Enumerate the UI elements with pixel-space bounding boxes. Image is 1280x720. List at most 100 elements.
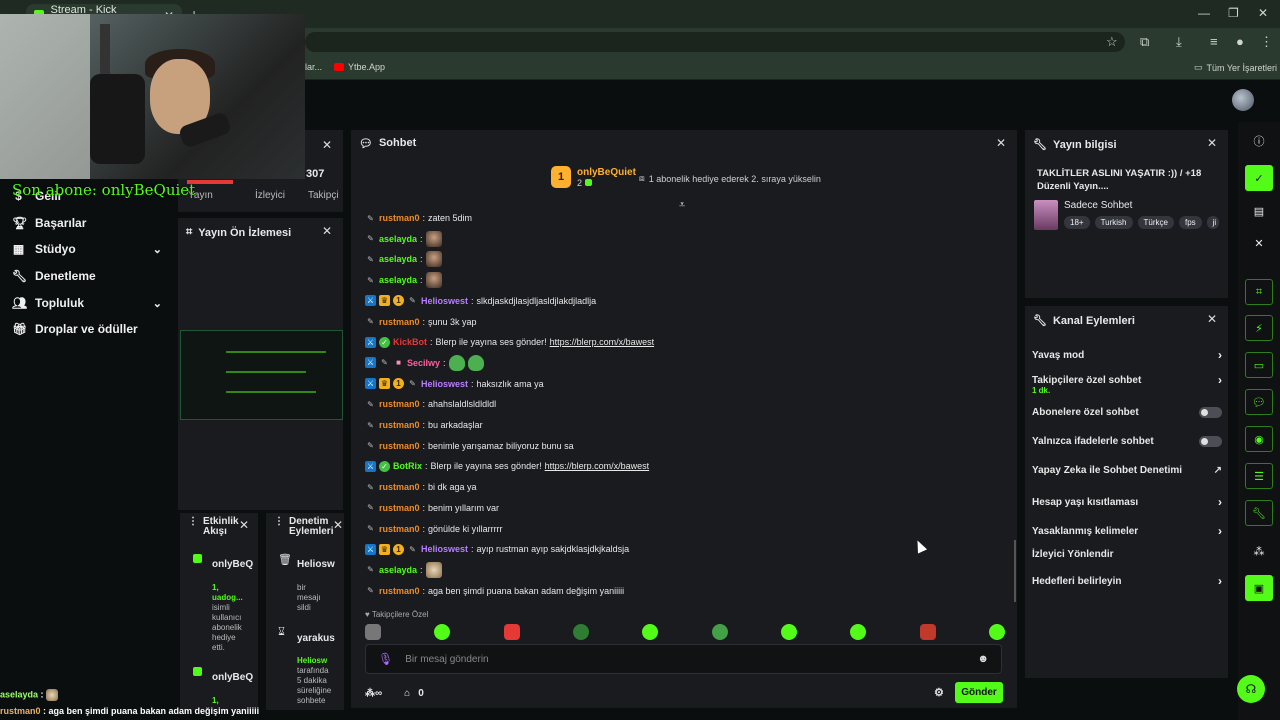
chat-message[interactable]: ✎ aselayda: bbox=[365, 272, 442, 289]
emote-icon[interactable] bbox=[503, 624, 520, 640]
chat-message[interactable]: ✎ rustman0: bi dk aga ya bbox=[365, 479, 476, 495]
chat-username[interactable]: rustman0 bbox=[379, 503, 420, 513]
people-icon[interactable]: ⁂ bbox=[1245, 538, 1273, 564]
close-icon[interactable]: ✕ bbox=[322, 224, 332, 238]
layout-icon[interactable]: ▤ bbox=[1245, 198, 1273, 224]
chat-message[interactable]: ✎ aselayda: bbox=[365, 251, 442, 268]
download-icon[interactable]: ⤓ bbox=[1176, 34, 1182, 50]
action-followers-only[interactable]: Takipçilere özel sohbet › bbox=[1032, 373, 1222, 387]
activity-icon[interactable]: ☰ bbox=[1245, 463, 1273, 489]
chat-username[interactable]: aselayda bbox=[379, 254, 417, 264]
scroll-to-bottom-icon[interactable]: ⩡ bbox=[679, 199, 685, 212]
chat-link[interactable]: https://blerp.com/x/bawest bbox=[545, 461, 650, 471]
microphone-icon[interactable]: 🎙︎ bbox=[378, 652, 393, 666]
wrench-icon[interactable]: 🔧︎ bbox=[1245, 500, 1273, 526]
chat-scrollbar[interactable] bbox=[1014, 540, 1016, 602]
bookmark-ytbe[interactable]: Ytbe.App bbox=[334, 62, 385, 72]
drag-handle-icon[interactable]: ⋮ bbox=[188, 517, 198, 537]
chat-bubble-icon[interactable]: 💬︎ bbox=[1245, 389, 1273, 415]
game-icon[interactable]: ▣ bbox=[1245, 575, 1273, 601]
chat-username[interactable]: rustman0 bbox=[379, 317, 420, 327]
drag-handle-icon[interactable]: ⋮ bbox=[274, 517, 284, 537]
chat-input[interactable]: 🎙︎ Bir mesaj gönderin ☻ bbox=[365, 644, 1002, 674]
sidebar-item-studio[interactable]: ▦ Stüdyo ⌄ bbox=[12, 242, 162, 256]
close-icon[interactable]: ✕ bbox=[333, 518, 343, 532]
chat-message[interactable]: ⚔ ♛ 1 ✎ Helioswest: haksızlık ama ya bbox=[365, 376, 544, 392]
sidebar-item-drops[interactable]: 🎁︎ Droplar ve ödüller bbox=[12, 322, 162, 336]
sidebar-item-moderation[interactable]: 🔧︎ Denetleme bbox=[12, 269, 162, 283]
bookmark-item[interactable]: lar... bbox=[305, 62, 322, 72]
chat-username[interactable]: aselayda bbox=[379, 234, 417, 244]
sidebar-item-community[interactable]: 👥︎ Topluluk ⌄ bbox=[12, 296, 162, 310]
chat-username[interactable]: KickBot bbox=[393, 337, 427, 347]
chat-username[interactable]: BotRix bbox=[393, 461, 422, 471]
close-window-icon[interactable]: ✕ bbox=[1258, 6, 1268, 20]
chat-message[interactable]: ⚔ ♛ 1 ✎ Helioswest: ayıp rustman ayıp sakjdkl… bbox=[365, 541, 629, 557]
chat-message[interactable]: ✎ aselayda: bbox=[365, 561, 442, 578]
chat-link[interactable]: https://blerp.com/x/bawest bbox=[550, 337, 655, 347]
chat-username[interactable]: rustman0 bbox=[379, 213, 420, 223]
emote-icon[interactable] bbox=[365, 624, 381, 640]
emote-icon[interactable] bbox=[988, 624, 1005, 640]
chat-message[interactable]: ⚔ ✓ KickBot: Blerp ile yayına ses gönder! h… bbox=[365, 334, 654, 350]
store-icon[interactable]: ⌂ bbox=[404, 688, 410, 699]
send-button[interactable]: Gönder bbox=[955, 682, 1003, 703]
extensions-icon[interactable]: ⧉ bbox=[1140, 34, 1149, 50]
chat-username[interactable]: Helioswest bbox=[421, 296, 468, 306]
chat-username[interactable]: rustman0 bbox=[379, 441, 420, 451]
profile-icon[interactable]: ● bbox=[1236, 34, 1244, 49]
chat-message[interactable]: ✎ rustman0: aga ben şimdi puana bakan adam… bbox=[365, 583, 624, 599]
chat-username[interactable]: aselayda bbox=[379, 565, 417, 575]
chat-username[interactable]: Secilwy bbox=[407, 358, 440, 368]
chat-username[interactable]: rustman0 bbox=[379, 399, 420, 409]
emote-icon[interactable] bbox=[780, 624, 797, 640]
chat-message[interactable]: ⚔ ✎ ■ Secilwy: bbox=[365, 354, 484, 371]
close-icon[interactable]: ✕ bbox=[1207, 136, 1217, 150]
check-icon[interactable]: ✓ bbox=[1245, 165, 1273, 191]
chat-username[interactable]: rustman0 bbox=[379, 482, 420, 492]
close-icon[interactable]: ✕ bbox=[1245, 230, 1273, 256]
chat-message[interactable]: ⚔ ✓ BotRix: Blerp ile yayına ses gönder! ht… bbox=[365, 458, 649, 474]
avatar[interactable] bbox=[1232, 89, 1254, 111]
emote-icon[interactable] bbox=[642, 624, 659, 640]
close-icon[interactable]: ✕ bbox=[239, 518, 249, 532]
chat-username[interactable]: rustman0 bbox=[379, 420, 420, 430]
lightning-icon[interactable]: ⚡︎ bbox=[1245, 315, 1273, 341]
chat-message[interactable]: ⚔ ♛ 1 ✎ Helioswest: slkdjaskdjlasjdljasldjlak… bbox=[365, 293, 596, 309]
emote-icon[interactable] bbox=[572, 624, 589, 640]
infinity-points-icon[interactable]: ⁂∞ bbox=[365, 688, 382, 699]
close-icon[interactable]: ✕ bbox=[996, 136, 1006, 150]
stream-preview-video[interactable] bbox=[180, 330, 343, 420]
chat-username[interactable]: rustman0 bbox=[379, 524, 420, 534]
emote-icon[interactable] bbox=[434, 624, 451, 640]
support-icon[interactable]: ☊ bbox=[1237, 675, 1265, 703]
minimize-icon[interactable]: — bbox=[1198, 6, 1210, 20]
chat-message[interactable]: ✎ rustman0: bu arkadaşlar bbox=[365, 417, 482, 433]
chat-message[interactable]: ✎ rustman0: ahahslaldlsldldldl bbox=[365, 396, 496, 412]
emotes-only-toggle[interactable] bbox=[1199, 436, 1222, 447]
action-banned-words[interactable]: Yasaklanmış kelimeler › bbox=[1032, 524, 1222, 538]
chat-message[interactable]: ✎ rustman0: benim yıllarım var bbox=[365, 500, 499, 516]
chat-username[interactable]: Helioswest bbox=[421, 379, 468, 389]
chat-message[interactable]: ✎ rustman0: zaten 5dim bbox=[365, 210, 472, 226]
action-ai-moderation[interactable]: Yapay Zeka ile Sohbet Denetimi ↗ bbox=[1032, 465, 1222, 476]
chat-message[interactable]: ✎ rustman0: benimle yarışamaz biliyoruz bu… bbox=[365, 438, 573, 454]
note-icon[interactable]: ▭ bbox=[1245, 352, 1273, 378]
chat-message[interactable]: ✎ rustman0: şunu 3k yap bbox=[365, 314, 476, 330]
chat-message[interactable]: ✎ aselayda: bbox=[365, 230, 442, 247]
media-icon[interactable]: ≡ bbox=[1210, 34, 1218, 49]
action-slow-mode[interactable]: Yavaş mod › bbox=[1032, 348, 1222, 362]
maximize-icon[interactable]: ❐ bbox=[1228, 6, 1239, 20]
emote-icon[interactable] bbox=[711, 624, 728, 640]
url-field[interactable] bbox=[305, 32, 1125, 52]
info-icon[interactable]: ⓘ bbox=[1245, 128, 1273, 154]
all-bookmarks[interactable]: ▭ Tüm Yer İşaretleri bbox=[1194, 62, 1277, 73]
emote-icon[interactable] bbox=[850, 624, 867, 640]
chat-message[interactable]: ✎ rustman0: gönülde ki yıllarrrrr bbox=[365, 521, 502, 537]
emoji-picker-icon[interactable]: ☻ bbox=[977, 653, 989, 665]
screen-capture-icon[interactable]: ⌗ bbox=[1245, 279, 1273, 305]
broadcast-icon[interactable]: ◉ bbox=[1245, 426, 1273, 452]
sub-leaderboard[interactable]: 1 onlyBeQuiet 2 bbox=[551, 166, 636, 188]
gear-icon[interactable]: ⚙ bbox=[934, 686, 944, 699]
star-icon[interactable]: ☆ bbox=[1106, 34, 1118, 50]
